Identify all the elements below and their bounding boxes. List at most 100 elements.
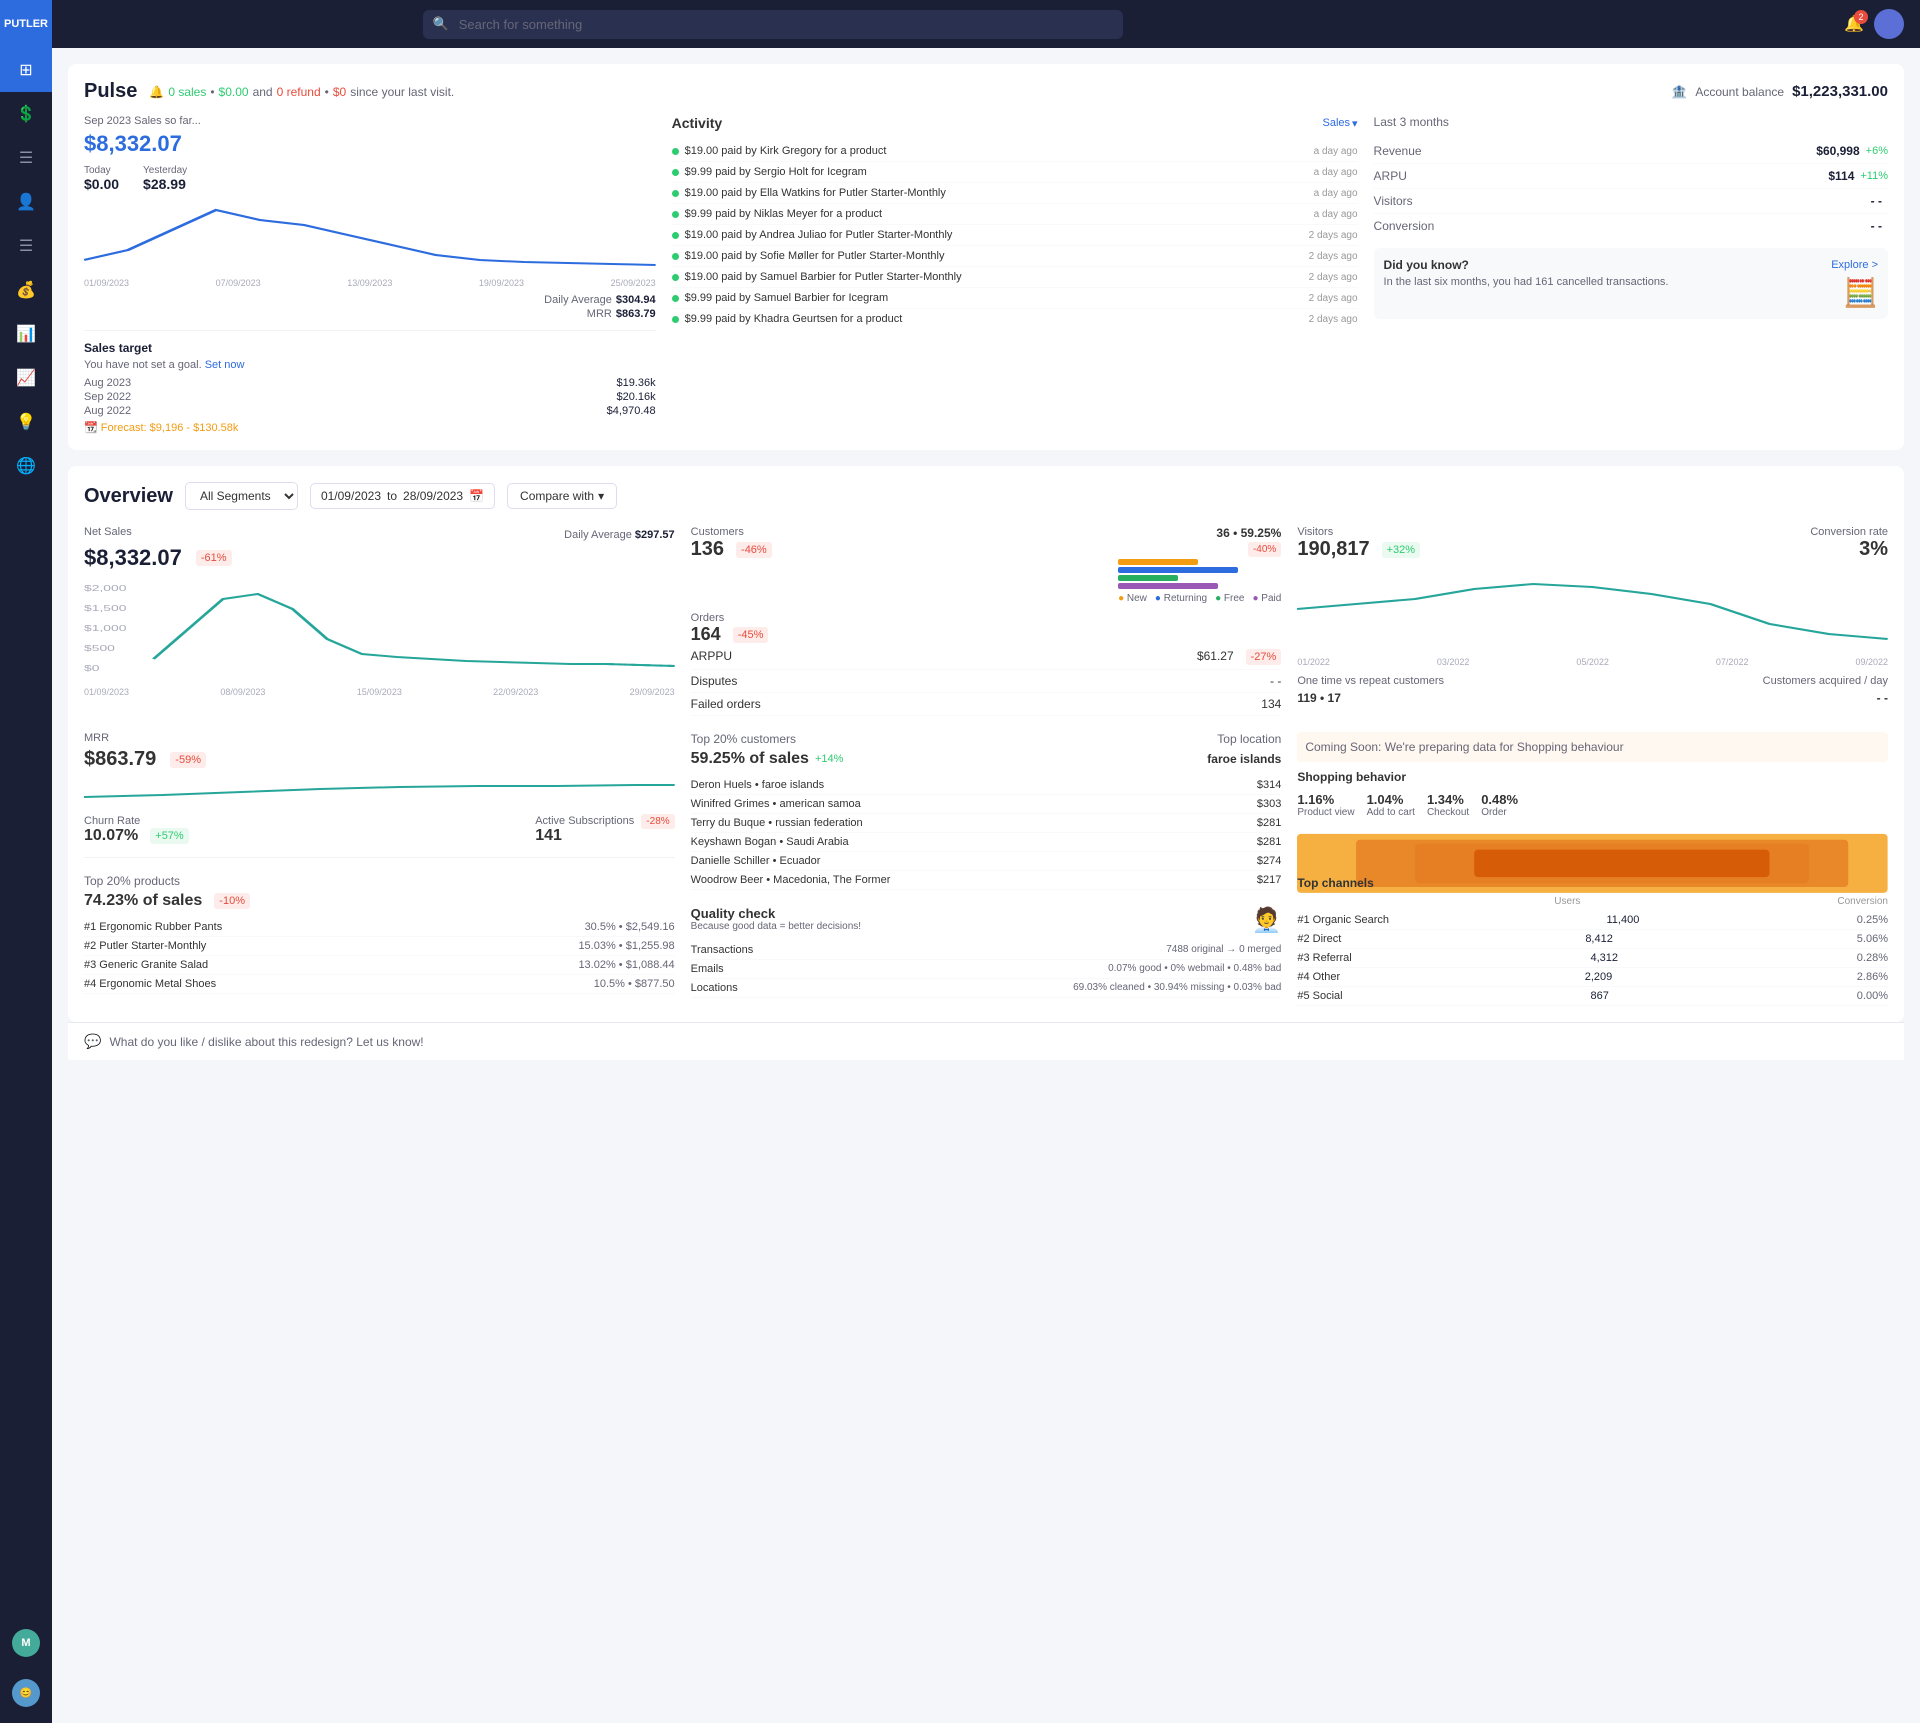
channel-conv: 0.25%: [1857, 914, 1888, 926]
date-range-picker[interactable]: 01/09/2023 to 28/09/2023 📅: [310, 483, 495, 509]
target-date-3: Aug 2022: [84, 405, 131, 417]
channel-name: #2 Direct: [1297, 933, 1341, 945]
dyk-text: In the last six months, you had 161 canc…: [1384, 276, 1836, 288]
visitors-label: Visitors: [1297, 526, 1420, 538]
and-label: and: [253, 85, 273, 99]
topbar-user-avatar[interactable]: [1874, 9, 1904, 39]
sidebar-item-sales[interactable]: 💲: [0, 92, 52, 136]
last3-row: Revenue $60,998 +6%: [1374, 139, 1888, 164]
pulse-section: Pulse 🔔 0 sales • $0.00 and 0 refund • $…: [68, 64, 1904, 450]
channel-name: #4 Other: [1297, 971, 1340, 983]
search-input[interactable]: [423, 10, 1123, 39]
sidebar-item-customers[interactable]: 👤: [0, 180, 52, 224]
activity-time: 2 days ago: [1309, 230, 1358, 241]
date-to: 28/09/2023: [403, 489, 463, 503]
product-row: #2 Putler Starter-Monthly 15.03% • $1,25…: [84, 937, 675, 956]
product-stats: 30.5% • $2,549.16: [585, 921, 675, 933]
activity-text: $19.00 paid by Samuel Barbier for Putler…: [685, 271, 1301, 283]
dyk-explore-link[interactable]: Explore >: [1831, 259, 1878, 271]
quality-label: Locations: [691, 982, 738, 994]
one-time-label: One time vs repeat customers: [1297, 675, 1444, 687]
customer-value: $274: [1257, 855, 1281, 867]
last3-value: - -: [1871, 219, 1882, 233]
activity-time: a day ago: [1314, 167, 1358, 178]
visitors-chart: [1297, 569, 1888, 649]
last3-label: Revenue: [1374, 144, 1422, 158]
sales-icon: 💲: [16, 104, 36, 124]
overview-header: Overview All Segments 01/09/2023 to 28/0…: [84, 482, 1888, 510]
product-name: #4 Ergonomic Metal Shoes: [84, 978, 216, 990]
churn-item: Churn Rate 10.07% +57%: [84, 815, 189, 845]
quality-rows: Transactions 7488 original → 0 merged Em…: [691, 941, 1282, 998]
activity-time: a day ago: [1314, 209, 1358, 220]
activity-dot: [672, 316, 679, 323]
set-now-button[interactable]: Set now: [205, 359, 245, 371]
sidebar-item-dashboard[interactable]: ⊞: [0, 48, 52, 92]
chevron-down-icon-compare: ▾: [598, 489, 604, 503]
quality-value: 0.07% good • 0% webmail • 0.48% bad: [1108, 963, 1281, 975]
last3-rows: Revenue $60,998 +6% ARPU $114 +11% Visit…: [1374, 139, 1888, 238]
mrr-label: MRR: [84, 732, 109, 744]
trends-icon: 📈: [16, 368, 36, 388]
top-products-label: Top 20% products: [84, 874, 180, 888]
sidebar-item-reports[interactable]: ☰: [0, 224, 52, 268]
sales-target: Sales target You have not set a goal. Se…: [84, 330, 656, 434]
product-row: #3 Generic Granite Salad 13.02% • $1,088…: [84, 956, 675, 975]
orders-row: Orders 164 -45%: [691, 612, 1282, 645]
conv-rate-area: Conversion rate 3%: [1810, 526, 1888, 561]
compare-with-button[interactable]: Compare with ▾: [507, 483, 617, 509]
account-balance-label: Account balance: [1695, 85, 1784, 99]
sidebar-item-subscriptions[interactable]: 💰: [0, 268, 52, 312]
target-date-1: Aug 2023: [84, 377, 131, 389]
sidebar-user-emoji[interactable]: 😊: [0, 1671, 52, 1715]
activity-dot: [672, 148, 679, 155]
daily-avg-overview-value: $297.57: [635, 529, 675, 541]
bullet1: •: [210, 85, 214, 99]
sidebar-item-trends[interactable]: 📈: [0, 356, 52, 400]
mrr-card: MRR $863.79 -59%: [84, 732, 675, 858]
chat-icon: 💬: [84, 1033, 101, 1050]
chevron-down-icon: ▾: [1352, 117, 1358, 130]
shopping-channels-col: Coming Soon: We're preparing data for Sh…: [1297, 732, 1888, 1006]
forecast-icon: 📆: [84, 422, 98, 434]
activity-item: $9.99 paid by Sergio Holt for Icegram a …: [672, 162, 1358, 183]
sales-amount-value: $8,332.07: [84, 131, 656, 157]
activity-header: Activity Sales ▾: [672, 115, 1358, 131]
sidebar-item-analytics[interactable]: 📊: [0, 312, 52, 356]
net-sales-chart: $2,000 $1,500 $1,000 $500 $0: [84, 579, 675, 679]
customer-name: Woodrow Beer • Macedonia, The Former: [691, 874, 891, 886]
analytics-icon: 📊: [16, 324, 36, 344]
search-icon: 🔍: [433, 16, 449, 32]
mrr-line-chart: [84, 777, 675, 807]
notification-button[interactable]: 🔔 2: [1844, 14, 1864, 34]
activity-filter[interactable]: Sales ▾: [1322, 117, 1357, 130]
visitors-value: 190,817: [1297, 538, 1369, 561]
customer-row: Woodrow Beer • Macedonia, The Former $21…: [691, 871, 1282, 890]
target-rows: Aug 2023 $19.36k Sep 2022 $20.16k Aug 20…: [84, 377, 656, 417]
dyk-title: Did you know?: [1384, 258, 1469, 272]
donut-label: 36 • 59.25%: [1118, 526, 1281, 540]
quality-value: 7488 original → 0 merged: [1166, 944, 1281, 956]
mrr-badge: -59%: [170, 752, 206, 768]
sidebar-item-global[interactable]: 🌐: [0, 444, 52, 488]
customer-name: Winifred Grimes • american samoa: [691, 798, 861, 810]
product-name: #1 Ergonomic Rubber Pants: [84, 921, 222, 933]
channel-name: #5 Social: [1297, 990, 1342, 1002]
last3-change: +11%: [1860, 170, 1888, 182]
last3-row: Visitors - -: [1374, 189, 1888, 214]
target-row-3: Aug 2022 $4,970.48: [84, 405, 656, 417]
churn-badge: +57%: [150, 828, 188, 844]
daily-avg-value: $304.94: [616, 294, 656, 306]
funnel-label: Checkout: [1427, 807, 1469, 818]
customer-row: Winifred Grimes • american samoa $303: [691, 795, 1282, 814]
today-value: $0.00: [84, 176, 119, 192]
orders-badge: -45%: [733, 627, 769, 643]
sidebar-item-insights[interactable]: 💡: [0, 400, 52, 444]
target-row-2: Sep 2022 $20.16k: [84, 391, 656, 403]
sidebar: PUTLER ⊞ 💲 ☰ 👤 ☰ 💰 📊 📈 💡 🌐 M 😊: [0, 0, 52, 1723]
segment-select[interactable]: All Segments: [185, 482, 298, 510]
sidebar-item-orders[interactable]: ☰: [0, 136, 52, 180]
disputes-value: - -: [1270, 674, 1281, 688]
bullet2: •: [325, 85, 329, 99]
sidebar-user-m[interactable]: M: [0, 1621, 52, 1665]
